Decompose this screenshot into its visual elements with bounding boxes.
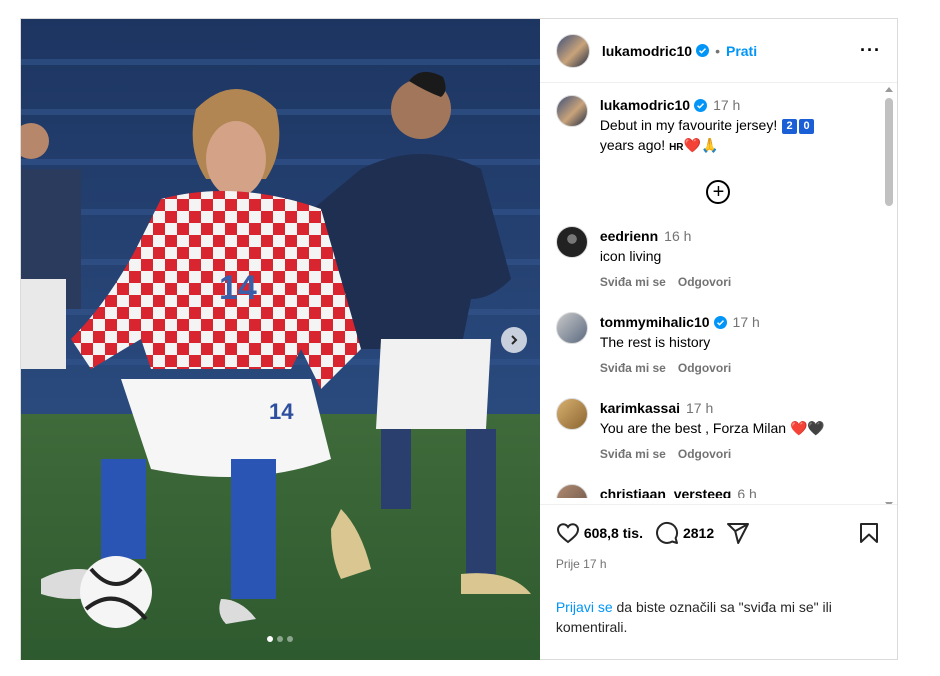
more-options-icon[interactable]: ··· — [860, 40, 881, 61]
author-avatar[interactable] — [555, 33, 590, 68]
comment-like-button[interactable]: Sviđa mi se — [600, 272, 666, 292]
share-icon — [727, 523, 750, 544]
save-button[interactable] — [857, 521, 881, 545]
comment-time: 16 h — [664, 228, 692, 244]
svg-text:14: 14 — [219, 269, 257, 307]
follow-button[interactable]: Prati — [726, 43, 757, 59]
comment-reply-button[interactable]: Odgovori — [678, 444, 731, 464]
caption-time: 17 h — [713, 97, 741, 113]
caption-emoji: ❤️🙏 — [683, 137, 719, 153]
comment-reply-button[interactable]: Odgovori — [678, 272, 731, 292]
scroll-up-arrow[interactable] — [885, 87, 893, 92]
comment-emoji: ❤️🖤 — [789, 420, 825, 436]
separator: • — [715, 42, 720, 59]
chevron-right-icon — [511, 335, 518, 345]
bookmark-icon — [860, 523, 878, 543]
comment-item: tommymihalic10 17 h The rest is history S… — [555, 312, 881, 378]
add-comment-icon[interactable]: + — [706, 180, 731, 204]
croatia-flag: HR — [669, 142, 684, 153]
comment-icon — [656, 521, 678, 544]
author-username[interactable]: lukamodric10 — [602, 43, 692, 59]
comment-text: icon living — [599, 248, 662, 264]
caption-username[interactable]: lukamodric10 — [600, 97, 690, 113]
like-button[interactable] — [556, 521, 580, 545]
keycap-0: 0 — [799, 119, 815, 134]
comment-item: karimkassai 17 h You are the best , Forza… — [555, 398, 881, 464]
commenter-avatar[interactable] — [555, 312, 588, 344]
verified-icon — [694, 99, 708, 112]
comment-text: You are the best , Forza Milan — [599, 420, 787, 436]
carousel-dot — [277, 636, 284, 642]
comment-button[interactable] — [655, 521, 679, 545]
post-timestamp: Prije 17 h — [555, 557, 607, 571]
verified-icon — [696, 44, 710, 57]
login-link[interactable]: Prijavi se — [556, 599, 613, 615]
verified-icon — [713, 316, 727, 329]
caption: lukamodric10 17 h Debut in my favourite j… — [555, 95, 881, 158]
share-button[interactable] — [726, 521, 750, 545]
post-photo: 14 14 — [21, 19, 540, 660]
commenter-avatar[interactable] — [555, 398, 588, 430]
heart-icon — [556, 523, 579, 544]
keycap-2: 2 — [782, 119, 798, 134]
comment-like-button[interactable]: Sviđa mi se — [600, 444, 666, 464]
commenter-username[interactable]: eedrienn — [600, 228, 658, 244]
comment-time: 17 h — [686, 400, 714, 416]
carousel-indicator — [21, 636, 540, 642]
carousel-dot — [287, 636, 294, 642]
post-dialog: 14 14 lukamodric10 • Prati ··· lukamodri… — [20, 18, 898, 660]
author-avatar[interactable] — [555, 95, 588, 127]
carousel-dot — [267, 636, 274, 642]
post-actions: 608,8 tis. 2812 Prije 17 h Prijavi se da… — [539, 504, 897, 660]
post-header: lukamodric10 • Prati ··· — [539, 19, 897, 83]
commenter-avatar[interactable] — [555, 226, 588, 258]
commenter-username[interactable]: karimkassai — [600, 400, 680, 416]
login-prompt: Prijavi se da biste označili sa "sviđa m… — [556, 597, 881, 637]
caption-text-2: years ago! — [599, 137, 666, 153]
caption-text: Debut in my favourite jersey! — [599, 117, 778, 133]
post-side-panel: lukamodric10 • Prati ··· lukamodric10 17 … — [539, 19, 897, 660]
commenter-avatar[interactable] — [555, 484, 588, 498]
comment-item: eedrienn 16 h icon living Sviđa mi se Odg… — [555, 226, 881, 292]
comment-time: 17 h — [732, 314, 760, 330]
commenter-username[interactable]: christiaan_versteeg — [600, 486, 732, 498]
post-media: 14 14 — [21, 19, 540, 660]
comments-count[interactable]: 2812 — [683, 525, 714, 541]
next-slide-button[interactable] — [501, 327, 527, 353]
comment-like-button[interactable]: Sviđa mi se — [600, 358, 666, 378]
comment-reply-button[interactable]: Odgovori — [678, 358, 731, 378]
scroll-thumb[interactable] — [885, 98, 893, 206]
scroll-down-arrow[interactable] — [885, 502, 893, 504]
comment-item: christiaan_versteeg 6 h — [555, 484, 881, 498]
comment-time: 6 h — [737, 486, 757, 498]
comment-text: The rest is history — [599, 334, 711, 350]
comments-scrollbar[interactable] — [885, 87, 893, 504]
likes-count[interactable]: 608,8 tis. — [584, 525, 643, 541]
comments-list[interactable]: lukamodric10 17 h Debut in my favourite j… — [540, 83, 897, 504]
svg-text:14: 14 — [269, 399, 294, 424]
commenter-username[interactable]: tommymihalic10 — [600, 314, 710, 330]
